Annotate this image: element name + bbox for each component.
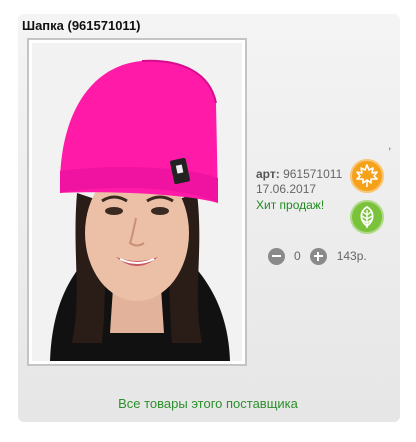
bestseller-label: Хит продаж!: [256, 198, 325, 212]
product-photo-image: [32, 43, 242, 361]
quantity-stepper: 0 143р.: [268, 247, 367, 265]
product-date: 17.06.2017: [256, 182, 317, 196]
decrease-quantity-button[interactable]: [268, 247, 285, 265]
product-photo[interactable]: [32, 43, 242, 361]
maple-leaf-icon-glyph: [356, 164, 378, 187]
maple-leaf-icon[interactable]: [350, 159, 384, 193]
product-price: 143р.: [336, 249, 367, 263]
all-supplier-products-link[interactable]: Все товары этого поставщика: [0, 396, 416, 411]
article-label: арт:: [256, 167, 280, 181]
increase-quantity-button[interactable]: [309, 247, 327, 265]
decorative-mark: ,: [388, 138, 392, 152]
quantity-value: 0: [294, 249, 301, 263]
product-info: арт: 961571011 17.06.2017 Хит продаж!: [256, 167, 342, 212]
article-value: 961571011: [283, 167, 343, 181]
leaf-icon-glyph: [360, 205, 374, 228]
product-title: Шапка (961571011): [22, 18, 141, 33]
product-photo-frame[interactable]: [27, 38, 247, 366]
leaf-icon[interactable]: [350, 200, 384, 234]
